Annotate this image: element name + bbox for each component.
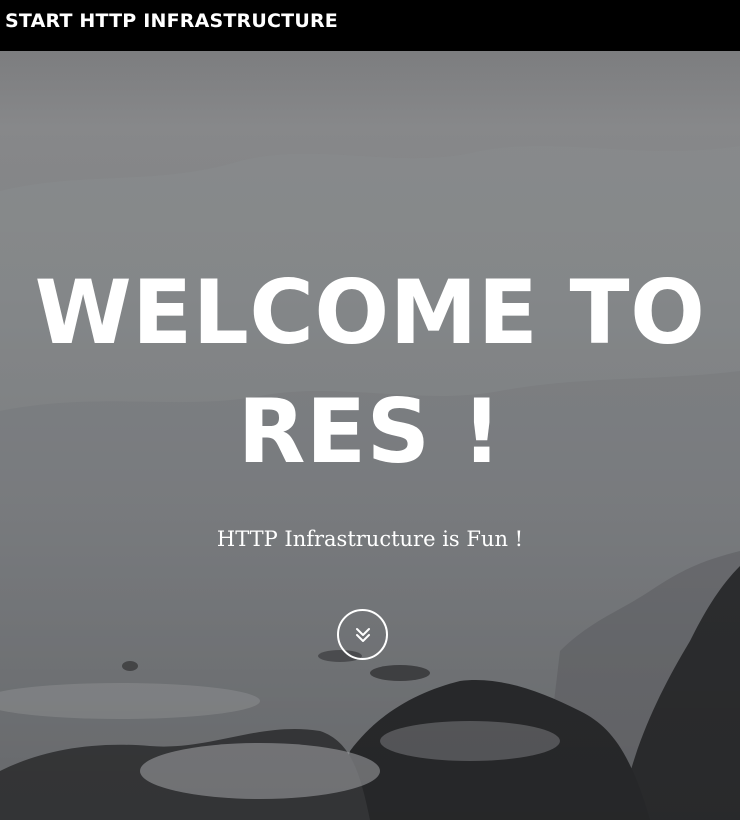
hero-tagline: HTTP Infrastructure is Fun ! [216,527,524,551]
hero-headline-line2: RES ! [237,380,503,483]
top-navbar: START HTTP INFRASTRUCTURE [0,0,740,51]
scroll-down-button[interactable] [337,609,388,660]
hero-section: WELCOME TO RES ! HTTP Infrastructure is … [0,51,740,820]
page: START HTTP INFRASTRUCTURE WELCOME TO RES… [0,0,740,820]
brand-link[interactable]: START HTTP INFRASTRUCTURE [5,10,338,32]
hero-headline-line1: WELCOME TO [34,261,706,364]
double-chevron-down-icon [355,627,370,642]
